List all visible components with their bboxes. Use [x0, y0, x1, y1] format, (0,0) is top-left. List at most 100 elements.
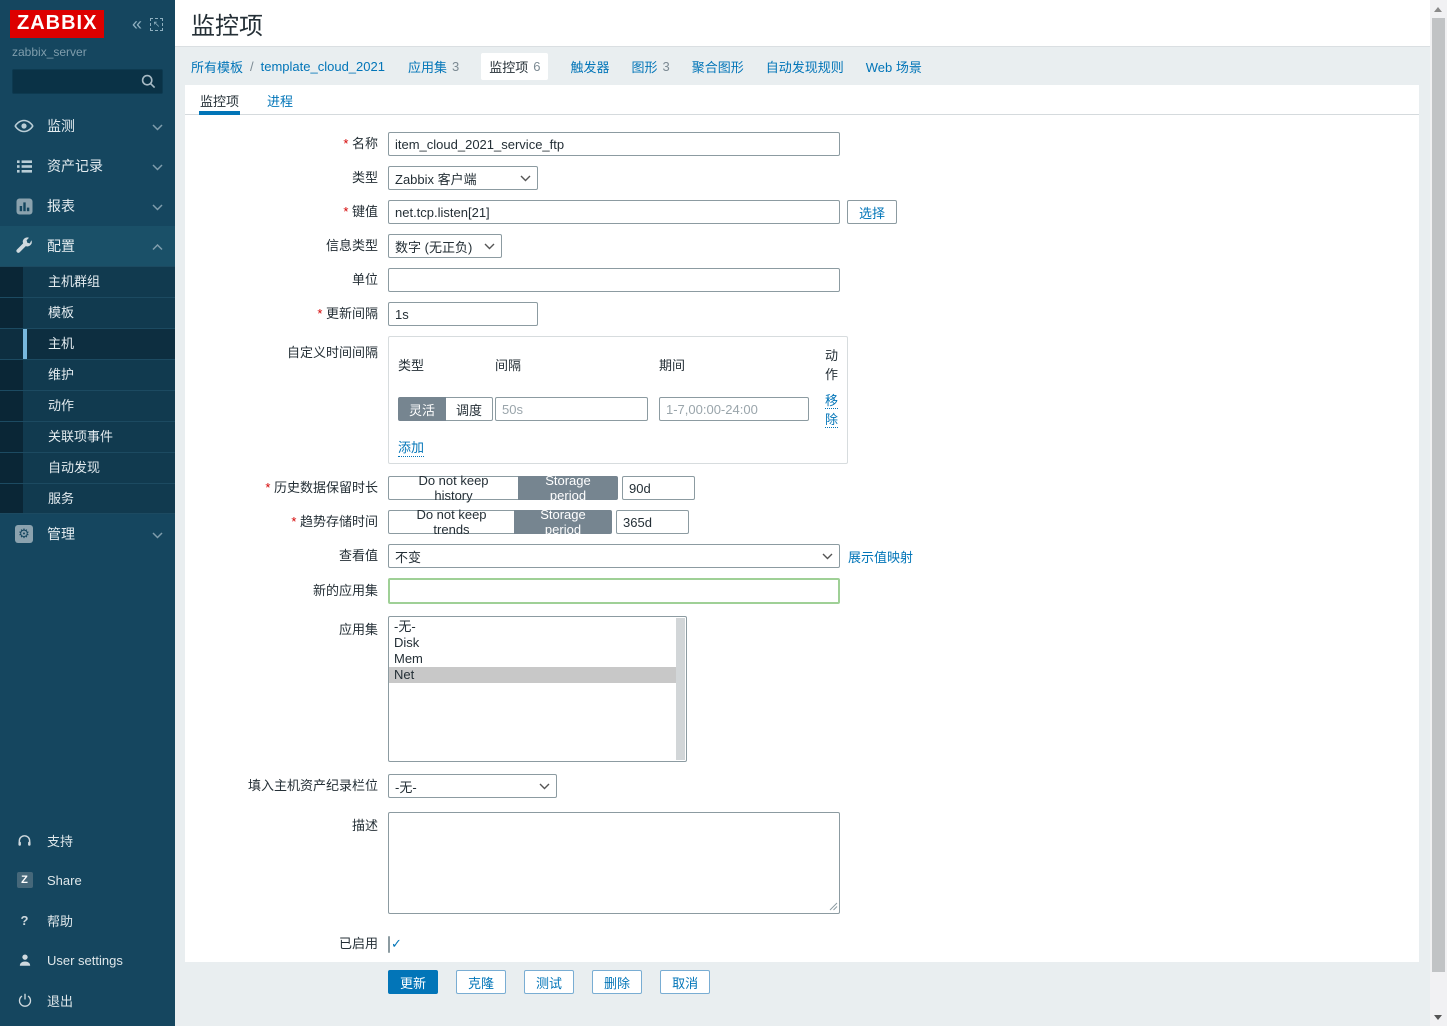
collapse-sidebar-icon[interactable]: « — [132, 17, 142, 31]
name-label: 名称 — [185, 132, 378, 156]
chevron-down-icon — [822, 553, 833, 560]
enabled-label: 已启用 — [185, 932, 378, 956]
new-application-input[interactable] — [388, 578, 840, 604]
info-type-select[interactable]: 数字 (无正负) — [388, 234, 502, 258]
history-off-button[interactable]: Do not keep history — [388, 476, 519, 500]
scroll-down-arrow[interactable] — [1434, 1015, 1442, 1020]
server-name: zabbix_server — [0, 38, 175, 59]
nav-web-scenarios[interactable]: Web 场景 — [866, 57, 922, 76]
breadcrumb-template[interactable]: template_cloud_2021 — [261, 59, 385, 74]
trends-storage-button[interactable]: Storage period — [514, 510, 612, 534]
submenu-item-maintenance[interactable]: 维护 — [0, 359, 175, 390]
key-input[interactable] — [388, 200, 840, 224]
sidebar-search — [12, 69, 163, 94]
inventory-link-select[interactable]: -无- — [388, 774, 557, 798]
submenu-item-services[interactable]: 服务 — [0, 483, 175, 514]
custom-intervals-label: 自定义时间间隔 — [185, 336, 378, 365]
clone-button[interactable]: 克隆 — [456, 970, 506, 994]
sidebar-menu: 监测 资产记录 报表 配置 主机群组 模板 主机 维护 动作 关联项事件 自动发… — [0, 106, 175, 554]
sidebar-item-help[interactable]: ? 帮助 — [0, 900, 175, 940]
interval-period-input[interactable] — [659, 397, 809, 421]
resize-grip-icon[interactable] — [829, 902, 838, 911]
sidebar-item-reports[interactable]: 报表 — [0, 186, 175, 226]
submenu-item-templates[interactable]: 模板 — [0, 297, 175, 328]
sidebar-item-sign-out[interactable]: 退出 — [0, 980, 175, 1020]
description-textarea[interactable] — [388, 812, 840, 914]
sidebar-item-inventory[interactable]: 资产记录 — [0, 146, 175, 186]
configuration-submenu: 主机群组 模板 主机 维护 动作 关联项事件 自动发现 服务 — [0, 266, 175, 514]
submenu-item-host-groups[interactable]: 主机群组 — [0, 266, 175, 297]
application-option[interactable]: -无- — [389, 619, 676, 635]
show-value-select[interactable]: 不变 — [388, 544, 840, 568]
cancel-button[interactable]: 取消 — [660, 970, 710, 994]
page-scrollbar[interactable] — [1430, 0, 1447, 1026]
nav-discovery-rules[interactable]: 自动发现规则 — [766, 57, 844, 76]
nav-items[interactable]: 监控项6 — [481, 53, 548, 80]
interval-add-link[interactable]: 添加 — [398, 437, 424, 457]
scroll-up-arrow[interactable] — [1434, 7, 1442, 12]
list-icon — [14, 156, 34, 176]
enabled-checkbox[interactable] — [388, 936, 390, 953]
submenu-item-hosts[interactable]: 主机 — [0, 328, 175, 359]
logo-row: ZABBIX « ↖ — [0, 0, 175, 38]
breadcrumb-separator: / — [250, 59, 254, 74]
nav-applications[interactable]: 应用集3 — [408, 57, 459, 76]
scrollbar-thumb[interactable] — [1432, 18, 1445, 972]
test-button[interactable]: 测试 — [524, 970, 574, 994]
application-option[interactable]: Mem — [389, 651, 676, 667]
interval-scheduling-button[interactable]: 调度 — [445, 397, 493, 421]
share-icon: Z — [16, 872, 33, 889]
units-label: 单位 — [185, 268, 378, 292]
submenu-item-discovery[interactable]: 自动发现 — [0, 452, 175, 483]
history-storage-button[interactable]: Storage period — [518, 476, 618, 500]
zabbix-logo[interactable]: ZABBIX — [10, 10, 104, 38]
trends-label: 趋势存储时间 — [185, 510, 378, 534]
application-option-selected[interactable]: Net — [389, 667, 676, 683]
show-value-mappings-link[interactable]: 展示值映射 — [848, 547, 913, 566]
sidebar-footer: 支持 Z Share ? 帮助 User settings 退出 — [0, 820, 175, 1020]
signout-icon — [16, 992, 33, 1009]
key-select-button[interactable]: 选择 — [847, 200, 897, 224]
description-label: 描述 — [185, 812, 378, 838]
sidebar-item-label: 报表 — [47, 196, 75, 216]
nav-graphs[interactable]: 图形3 — [631, 57, 669, 76]
interval-delay-input[interactable] — [495, 397, 648, 421]
chevron-down-icon — [520, 175, 531, 182]
sidebar-item-share[interactable]: Z Share — [0, 860, 175, 900]
name-input[interactable] — [388, 132, 840, 156]
type-select[interactable]: Zabbix 客户端 — [388, 166, 538, 190]
trends-value-input[interactable] — [616, 510, 689, 534]
trends-off-button[interactable]: Do not keep trends — [388, 510, 515, 534]
history-value-input[interactable] — [622, 476, 695, 500]
delete-button[interactable]: 删除 — [592, 970, 642, 994]
sidebar-item-monitoring[interactable]: 监测 — [0, 106, 175, 146]
wrench-icon — [14, 236, 34, 256]
tab-preprocessing[interactable]: 进程 — [266, 85, 294, 115]
submenu-item-actions[interactable]: 动作 — [0, 390, 175, 421]
units-input[interactable] — [388, 268, 840, 292]
nav-triggers[interactable]: 触发器 — [570, 57, 609, 76]
update-interval-input[interactable] — [388, 302, 538, 326]
sidebar-item-administration[interactable]: ⚙ 管理 — [0, 514, 175, 554]
expand-sidebar-icon[interactable]: ↖ — [150, 18, 163, 31]
tab-item[interactable]: 监控项 — [199, 85, 240, 115]
footer-item-label: User settings — [47, 953, 123, 968]
sidebar-item-label: 管理 — [47, 524, 75, 544]
sidebar-item-support[interactable]: 支持 — [0, 820, 175, 860]
interval-flexible-button[interactable]: 灵活 — [398, 397, 446, 421]
listbox-scrollbar[interactable] — [676, 618, 685, 760]
application-option[interactable]: Disk — [389, 635, 676, 651]
main-content: 监控项 所有模板 / template_cloud_2021 应用集3 监控项6… — [175, 0, 1430, 1026]
sidebar-item-label: 监测 — [47, 116, 75, 136]
applications-listbox[interactable]: -无- Disk Mem Net — [388, 616, 687, 762]
breadcrumb-all-templates[interactable]: 所有模板 — [191, 57, 243, 76]
sidebar-item-configuration[interactable]: 配置 — [0, 226, 175, 266]
history-label: 历史数据保留时长 — [185, 476, 378, 500]
interval-remove-link[interactable]: 移除 — [825, 393, 838, 428]
question-icon: ? — [16, 912, 33, 929]
submenu-item-event-correlation[interactable]: 关联项事件 — [0, 421, 175, 452]
sidebar-item-user-settings[interactable]: User settings — [0, 940, 175, 980]
nav-screens[interactable]: 聚合图形 — [692, 57, 744, 76]
update-button[interactable]: 更新 — [388, 970, 438, 994]
inventory-link-label: 填入主机资产纪录栏位 — [185, 774, 378, 798]
